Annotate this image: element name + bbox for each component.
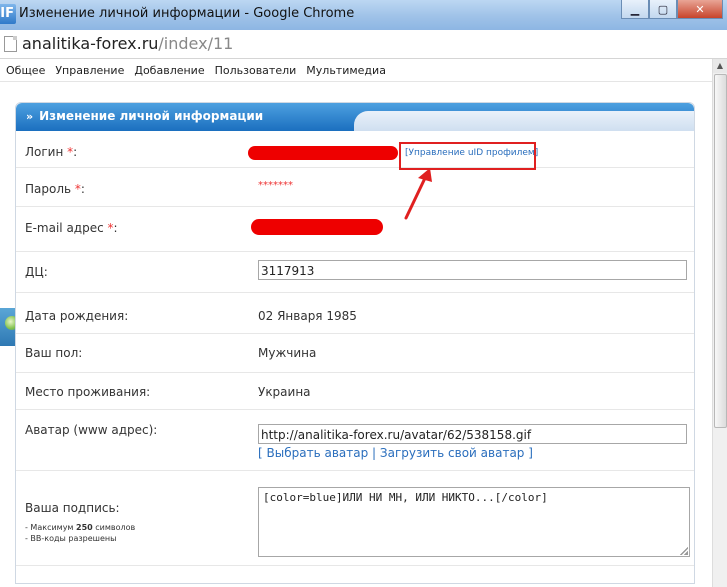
window-titlebar: IF Изменение личной информации - Google … (0, 0, 727, 30)
nav-item-users[interactable]: Пользователи (215, 64, 297, 77)
gender-value: Мужчина (258, 346, 317, 360)
nav-item-management[interactable]: Управление (55, 64, 124, 77)
label-colon: : (80, 182, 85, 196)
app-icon: IF (0, 4, 16, 24)
annotation-arrow-icon (404, 168, 432, 220)
residence-row: Место проживания: Украина (16, 373, 694, 410)
panel-title: » Изменение личной информации (26, 109, 263, 123)
signature-textarea[interactable]: [color=blue]ИЛИ НИ МН, ИЛИ НИКТО...[/col… (258, 487, 690, 557)
password-row: Пароль *: ******* (16, 168, 694, 207)
page-icon (4, 36, 17, 52)
gender-label: Ваш пол: (25, 346, 83, 360)
signature-label: Ваша подпись: (25, 501, 120, 515)
avatar-links: [ Выбрать аватар | Загрузить свой аватар… (258, 446, 533, 460)
scroll-thumb[interactable] (714, 74, 727, 428)
login-row: Логин *: (16, 131, 694, 168)
signature-row: Ваша подпись: - Максимум 250 символов - … (16, 471, 694, 566)
login-label: Логин *: (25, 145, 77, 159)
window-controls: ▁ ▢ ✕ (621, 0, 723, 20)
password-label: Пароль *: (25, 182, 85, 196)
vertical-scrollbar[interactable]: ▲ (712, 59, 727, 587)
profile-panel: » Изменение личной информации Логин *: Па… (15, 102, 695, 584)
signature-text: [color=blue]ИЛИ НИ МН, ИЛИ НИКТО...[/col… (263, 491, 548, 504)
maximize-icon[interactable]: ▢ (649, 0, 677, 19)
signature-note-max-value: 250 (76, 523, 93, 532)
panel-header: » Изменение личной информации (16, 103, 694, 131)
scroll-up-icon[interactable]: ▲ (713, 59, 727, 73)
panel-title-text: Изменение личной информации (39, 109, 264, 123)
site-nav: Общее Управление Добавление Пользователи… (0, 59, 719, 82)
url-host: analitika-forex.ru (22, 34, 159, 53)
close-icon[interactable]: ✕ (677, 0, 723, 19)
birth-value: 02 Января 1985 (258, 309, 357, 323)
label-colon: : (73, 145, 78, 159)
address-bar[interactable]: analitika-forex.ru/index/11 (0, 30, 727, 59)
gender-row: Ваш пол: Мужчина (16, 334, 694, 373)
email-label: E-mail адрес *: (25, 221, 118, 235)
double-chevron-icon: » (26, 110, 34, 123)
uid-profile-link[interactable]: [Управление uID профилем] (405, 148, 538, 158)
password-label-text: Пароль (25, 182, 72, 196)
password-value[interactable]: ******* (258, 180, 293, 191)
residence-label: Место проживания: (25, 385, 151, 399)
email-label-text: E-mail адрес (25, 221, 104, 235)
label-colon: : (113, 221, 118, 235)
signature-note-prefix: - Максимум (25, 523, 77, 532)
dc-label: ДЦ: (25, 265, 48, 279)
resize-grip-icon[interactable] (680, 547, 688, 555)
dc-row: ДЦ: 3117913 (16, 252, 694, 293)
window-title: Изменение личной информации - Google Chr… (19, 6, 355, 21)
avatar-label: Аватар (www адрес): (25, 423, 158, 437)
url-text[interactable]: analitika-forex.ru/index/11 (22, 34, 233, 53)
choose-avatar-link[interactable]: Выбрать аватар (267, 446, 369, 460)
login-label-text: Логин (25, 145, 64, 159)
bracket-close: ] (528, 446, 533, 460)
bracket-open: [ (258, 446, 263, 460)
url-path: /index/11 (158, 34, 234, 53)
dc-input[interactable]: 3117913 (258, 260, 687, 280)
link-separator: | (372, 446, 377, 460)
residence-value: Украина (258, 385, 311, 399)
nav-item-general[interactable]: Общее (6, 64, 45, 77)
panel-header-decoration (354, 111, 694, 131)
avatar-url-input[interactable]: http://analitika-forex.ru/avatar/62/5381… (258, 424, 687, 444)
email-row: E-mail адрес *: (16, 207, 694, 252)
signature-note-max: - Максимум 250 символов (25, 523, 135, 532)
birth-label: Дата рождения: (25, 309, 129, 323)
minimize-icon[interactable]: ▁ (621, 0, 649, 19)
redacted-email (251, 219, 383, 235)
birth-row: Дата рождения: 02 Января 1985 (16, 293, 694, 334)
signature-note-suffix: символов (92, 523, 136, 532)
signature-note-bbcode: - BB-коды разрешены (25, 534, 117, 543)
upload-avatar-link[interactable]: Загрузить свой аватар (380, 446, 525, 460)
avatar-row: Аватар (www адрес): http://analitika-for… (16, 410, 694, 471)
nav-item-add[interactable]: Добавление (134, 64, 204, 77)
redacted-login (248, 146, 398, 160)
nav-item-multimedia[interactable]: Мультимедиа (306, 64, 386, 77)
